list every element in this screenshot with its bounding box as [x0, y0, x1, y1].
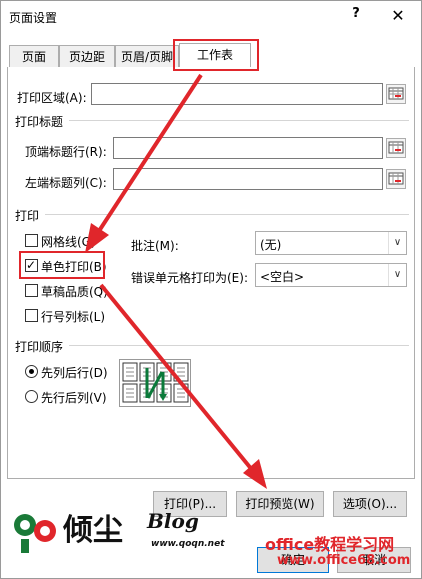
down-then-over-label: 先列后行(D) — [41, 366, 108, 380]
tab-margins[interactable]: 页边距 — [59, 45, 115, 67]
row-col-headings-label: 行号列标(L) — [41, 310, 106, 324]
divider — [69, 120, 409, 121]
cell-errors-label: 错误单元格打印为(E): — [131, 271, 248, 285]
tab-label: 页面 — [21, 50, 46, 64]
print-preview-button-label: 打印预览(W) — [245, 497, 315, 511]
comments-select[interactable]: (无) ∨ — [255, 231, 407, 255]
range-select-icon — [388, 141, 404, 154]
site-url: www.office68.com — [277, 553, 411, 568]
page-order-preview-icon — [122, 362, 189, 403]
range-select-icon — [388, 87, 404, 100]
print-area-input[interactable] — [91, 83, 383, 105]
cols-collapse-button[interactable] — [386, 169, 406, 189]
rows-collapse-button[interactable] — [386, 138, 406, 158]
comments-label: 批注(M): — [131, 239, 179, 253]
print-titles-heading: 打印标题 — [15, 115, 64, 129]
blog-name: 倾尘 — [63, 513, 123, 548]
cols-to-repeat-input[interactable] — [113, 168, 383, 190]
range-select-icon — [388, 172, 404, 185]
blog-logo-icon — [14, 514, 56, 553]
cell-errors-value: <空白> — [260, 270, 305, 284]
page-order-preview — [119, 359, 191, 407]
chevron-down-icon: ∨ — [388, 264, 406, 286]
help-button[interactable]: ? — [349, 6, 363, 24]
tab-header-footer[interactable]: 页眉/页脚 — [115, 45, 179, 67]
title-bar: 页面设置 ? ✕ — [1, 1, 421, 31]
over-then-down-radio[interactable] — [25, 390, 38, 403]
cell-errors-select[interactable]: <空白> ∨ — [255, 263, 407, 287]
chevron-down-icon: ∨ — [388, 232, 406, 254]
page-setup-dialog: 页面设置 ? ✕ 页面 页边距 页眉/页脚 工作表 打印区域(A): 打印标题 … — [0, 0, 422, 579]
gridlines-label: 网格线(G) — [41, 235, 96, 249]
cols-to-repeat-label: 左端标题列(C): — [25, 176, 107, 190]
options-button-label: 选项(O)... — [342, 497, 398, 511]
black-and-white-checkbox[interactable]: ✓ — [25, 258, 38, 272]
print-area-collapse-button[interactable] — [386, 84, 406, 104]
site-name: office教程学习网 — [265, 535, 395, 554]
row-col-headings-checkbox[interactable] — [25, 309, 38, 322]
blog-url: www.qoqn.net — [151, 539, 225, 549]
black-and-white-label: 单色打印(B) — [41, 260, 107, 274]
tab-page[interactable]: 页面 — [9, 45, 59, 67]
divider — [45, 214, 409, 215]
tab-label: 工作表 — [196, 48, 233, 62]
rows-to-repeat-input[interactable] — [113, 137, 383, 159]
comments-value: (无) — [260, 238, 282, 252]
draft-quality-label: 草稿品质(Q) — [41, 285, 108, 299]
down-then-over-radio[interactable] — [25, 365, 38, 378]
page-order-heading: 打印顺序 — [15, 340, 64, 354]
divider — [69, 345, 409, 346]
close-button[interactable]: ✕ — [388, 6, 408, 26]
radio-dot — [29, 369, 34, 374]
draft-quality-checkbox[interactable] — [25, 284, 38, 297]
check-icon: ✓ — [26, 258, 37, 272]
options-button[interactable]: 选项(O)... — [333, 491, 407, 517]
over-then-down-label: 先行后列(V) — [41, 391, 107, 405]
print-area-label: 打印区域(A): — [17, 91, 87, 105]
tab-sheet[interactable]: 工作表 — [179, 43, 251, 67]
qingchen-blog-logo — [11, 501, 63, 560]
tab-label: 页眉/页脚 — [120, 50, 174, 64]
rows-to-repeat-label: 顶端标题行(R): — [25, 145, 107, 159]
gridlines-checkbox[interactable] — [25, 234, 38, 247]
tab-label: 页边距 — [68, 50, 105, 64]
dialog-title: 页面设置 — [9, 11, 58, 25]
print-preview-button[interactable]: 打印预览(W) — [236, 491, 324, 517]
blog-word: Blog — [147, 509, 199, 533]
print-heading: 打印 — [15, 209, 40, 223]
